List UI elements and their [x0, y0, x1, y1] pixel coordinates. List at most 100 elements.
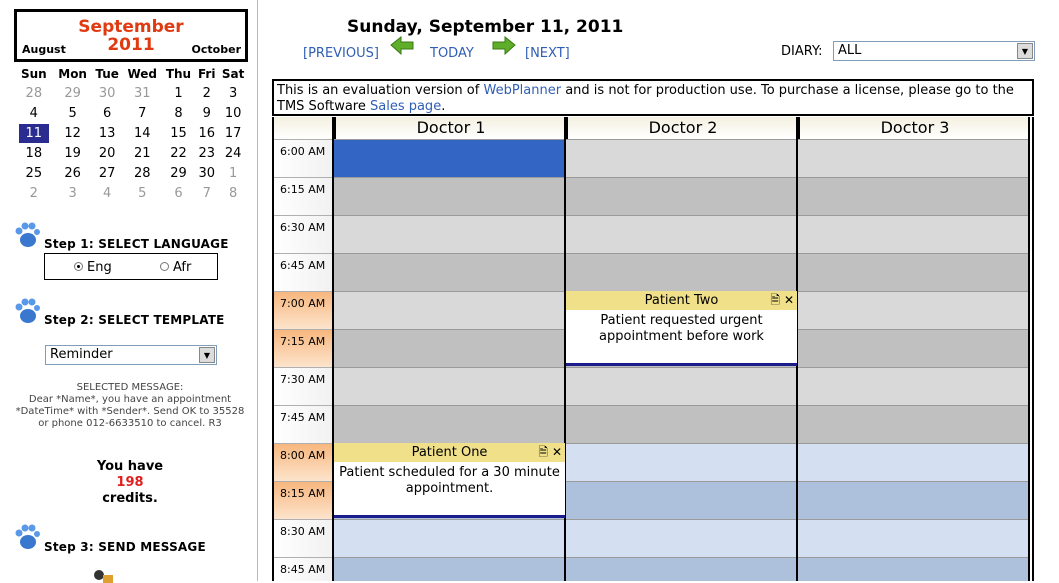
calendar-day[interactable]: 7 [195, 183, 218, 203]
calendar-day[interactable]: 2 [14, 183, 54, 203]
close-icon[interactable]: ✕ [784, 291, 794, 310]
calendar-day[interactable]: 9 [195, 103, 218, 123]
calendar-day[interactable]: 30 [195, 163, 218, 183]
calendar-day[interactable]: 2 [195, 83, 218, 103]
time-slot[interactable] [334, 215, 565, 253]
calendar-day[interactable]: 20 [92, 143, 123, 163]
calendar-day[interactable]: 5 [123, 183, 162, 203]
time-slot[interactable] [566, 519, 797, 557]
calendar-day[interactable]: 6 [92, 103, 123, 123]
calendar-day[interactable]: 12 [54, 123, 92, 143]
time-slot[interactable] [334, 291, 565, 329]
calendar-day[interactable]: 10 [218, 103, 248, 123]
time-slot[interactable] [334, 405, 565, 443]
time-slot[interactable] [798, 215, 1029, 253]
calendar-day[interactable]: 1 [218, 163, 248, 183]
calendar-day[interactable]: 29 [162, 163, 195, 183]
calendar-day[interactable]: 6 [162, 183, 195, 203]
calendar-day[interactable]: 15 [162, 123, 195, 143]
time-slot[interactable] [566, 443, 797, 481]
appointment-card[interactable]: Patient Two 🗎 ✕ Patient requested urgent ap… [566, 291, 797, 366]
calendar-day[interactable]: 28 [123, 163, 162, 183]
calendar-day[interactable]: 5 [54, 103, 92, 123]
calendar-day[interactable]: 25 [14, 163, 54, 183]
time-slot[interactable] [334, 367, 565, 405]
time-slot[interactable] [798, 481, 1029, 519]
time-slot[interactable] [798, 329, 1029, 367]
time-slot[interactable] [798, 405, 1029, 443]
time-slot[interactable] [798, 519, 1029, 557]
previous-link[interactable]: [PREVIOUS] [303, 46, 379, 61]
time-slot[interactable] [334, 139, 565, 177]
calendar-day[interactable]: 19 [54, 143, 92, 163]
calendar-day[interactable]: 18 [14, 143, 54, 163]
calendar-day-number: 28 [25, 85, 43, 101]
time-slot[interactable] [798, 139, 1029, 177]
next-link[interactable]: [NEXT] [525, 46, 570, 61]
note-icon[interactable]: 🗎 [538, 443, 548, 462]
step1-label: Step 1: SELECT LANGUAGE [44, 237, 229, 251]
sales-page-link[interactable]: Sales page [370, 99, 441, 114]
language-radio-eng[interactable]: Eng [74, 260, 112, 275]
time-slot[interactable] [566, 177, 797, 215]
calendar-day[interactable]: 30 [92, 83, 123, 103]
arrow-left-icon[interactable] [389, 36, 415, 56]
calendar-day[interactable]: 24 [218, 143, 248, 163]
appointment-card[interactable]: Patient One 🗎 ✕ Patient scheduled for a 30 … [334, 443, 565, 518]
calendar-day[interactable]: 8 [218, 183, 248, 203]
close-icon[interactable]: ✕ [552, 443, 562, 462]
time-slot[interactable] [798, 557, 1029, 581]
radio-unchecked-icon [160, 262, 169, 271]
time-slot[interactable] [798, 177, 1029, 215]
calendar-day[interactable]: 21 [123, 143, 162, 163]
arrow-right-icon[interactable] [491, 36, 517, 56]
step3-label: Step 3: SEND MESSAGE [44, 540, 206, 554]
time-slot[interactable] [566, 405, 797, 443]
calendar-day[interactable]: 27 [92, 163, 123, 183]
time-slot[interactable] [334, 519, 565, 557]
time-slot[interactable] [798, 253, 1029, 291]
weekday-header: Sat [221, 66, 245, 81]
calendar-day[interactable]: 11 [14, 123, 54, 143]
calendar-day[interactable]: 7 [123, 103, 162, 123]
calendar-day[interactable]: 4 [92, 183, 123, 203]
time-slot[interactable] [798, 443, 1029, 481]
calendar-day[interactable]: 16 [195, 123, 218, 143]
diary-select[interactable]: ALL ▼ [833, 41, 1035, 61]
calendar-day[interactable]: 4 [14, 103, 54, 123]
calendar-day[interactable]: 13 [92, 123, 123, 143]
calendar-next-month[interactable]: October [192, 43, 241, 56]
calendar-day-number: 25 [25, 165, 43, 181]
calendar-day[interactable]: 14 [123, 123, 162, 143]
calendar-day[interactable]: 31 [123, 83, 162, 103]
calendar-prev-month[interactable]: August [22, 43, 66, 56]
time-slot[interactable] [566, 139, 797, 177]
webplanner-link[interactable]: WebPlanner [483, 83, 561, 98]
calendar-day[interactable]: 26 [54, 163, 92, 183]
calendar-day[interactable]: 17 [218, 123, 248, 143]
time-slot[interactable] [566, 557, 797, 581]
calendar-day[interactable]: 23 [195, 143, 218, 163]
time-slot[interactable] [566, 367, 797, 405]
time-slot[interactable] [566, 481, 797, 519]
time-slot[interactable] [798, 367, 1029, 405]
time-slot[interactable] [566, 253, 797, 291]
calendar-day[interactable]: 1 [162, 83, 195, 103]
calendar-day[interactable]: 8 [162, 103, 195, 123]
calendar-day[interactable]: 28 [14, 83, 54, 103]
time-slot[interactable] [334, 177, 565, 215]
time-slot[interactable] [334, 253, 565, 291]
today-link[interactable]: TODAY [430, 46, 474, 61]
calendar-day[interactable]: 29 [54, 83, 92, 103]
calendar-day[interactable]: 3 [218, 83, 248, 103]
language-radio-afr[interactable]: Afr [160, 260, 191, 275]
time-slot[interactable] [334, 329, 565, 367]
note-icon[interactable]: 🗎 [770, 291, 780, 310]
calendar-day[interactable]: 22 [162, 143, 195, 163]
time-slot[interactable] [334, 557, 565, 581]
calendar-day-number: 6 [174, 185, 183, 201]
calendar-day[interactable]: 3 [54, 183, 92, 203]
template-select[interactable]: Reminder ▼ [45, 345, 217, 365]
time-slot[interactable] [566, 215, 797, 253]
time-slot[interactable] [798, 291, 1029, 329]
